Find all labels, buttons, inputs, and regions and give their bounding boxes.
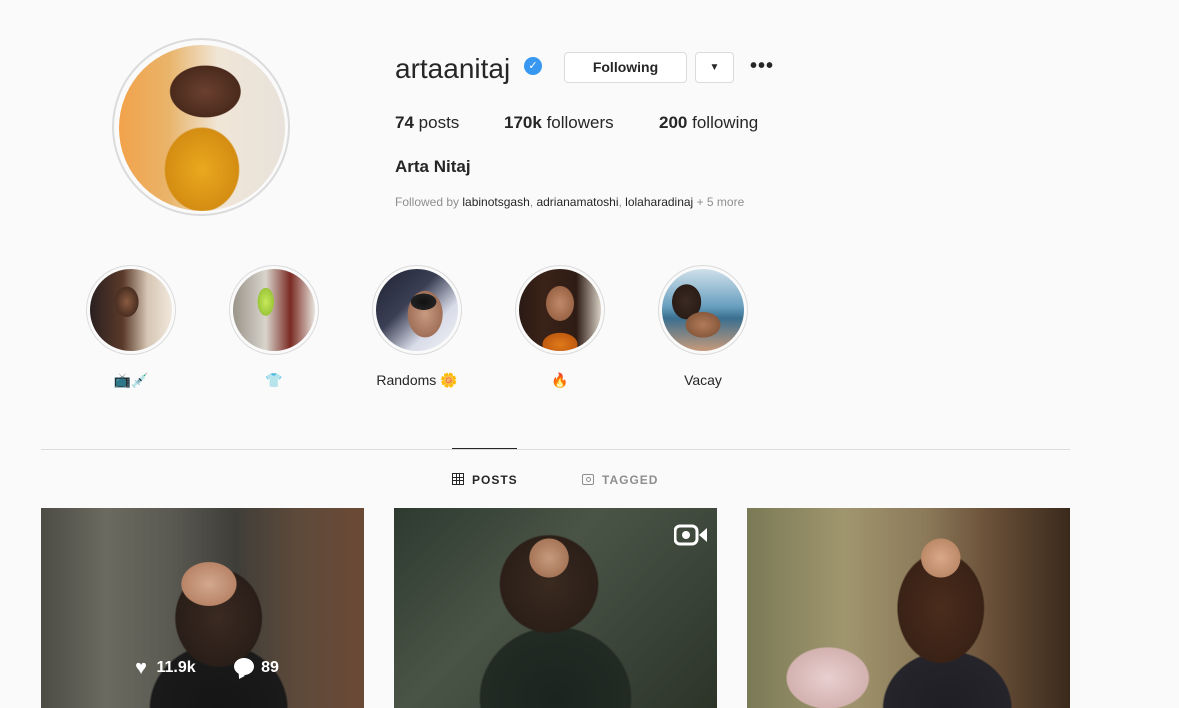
highlight-cover[interactable] [662, 269, 744, 351]
posts-stat: 74 posts [395, 113, 459, 133]
highlight-cover[interactable] [519, 269, 601, 351]
highlight-cover[interactable] [90, 269, 172, 351]
tab-posts[interactable]: POSTS [452, 473, 518, 487]
comments-count: 89 [261, 659, 279, 676]
highlight-label: 📺💉 [113, 372, 149, 388]
following-button[interactable]: Following [564, 52, 687, 83]
followed-by-user[interactable]: labinotsgash [462, 195, 529, 209]
username: artaanitaj [395, 53, 511, 84]
following-count: 200 [659, 113, 688, 132]
highlight-label: 👕 [265, 372, 283, 388]
full-name: Arta Nitaj [395, 157, 471, 176]
followed-by-user[interactable]: lolaharadinaj [625, 195, 693, 209]
highlight-cover[interactable] [233, 269, 315, 351]
post-thumbnail[interactable] [747, 508, 1070, 708]
profile-avatar[interactable] [119, 45, 285, 211]
followed-by[interactable]: Followed by labinotsgash, adrianamatoshi… [395, 195, 744, 209]
followed-by-prefix: Followed by [395, 195, 460, 209]
post-hover-stats: ♥ 11.9k 89 [130, 657, 279, 680]
followed-by-more[interactable]: + 5 more [697, 195, 745, 209]
highlight-label: Vacay [684, 372, 722, 388]
tab-posts-label: POSTS [472, 473, 518, 487]
following-stat[interactable]: 200 following [659, 113, 758, 133]
following-label: following [692, 113, 759, 132]
highlight-cover[interactable] [376, 269, 458, 351]
followers-count: 170k [504, 113, 542, 132]
posts-count: 74 [395, 113, 414, 132]
highlight-label: Randoms 🌼 [376, 372, 458, 388]
grid-icon [452, 473, 464, 485]
active-tab-indicator [452, 448, 517, 449]
video-icon [674, 524, 707, 546]
verified-badge-icon: ✓ [524, 57, 542, 75]
heart-icon: ♥ [135, 657, 147, 679]
followed-by-user[interactable]: adrianamatoshi [536, 195, 618, 209]
tab-tagged[interactable]: TAGGED [582, 473, 658, 487]
posts-label: posts [418, 113, 460, 132]
likes-count: 11.9k [156, 659, 196, 676]
tab-tagged-label: TAGGED [602, 473, 659, 487]
tagged-icon [582, 474, 594, 485]
post-thumbnail[interactable] [394, 508, 717, 708]
tabs-divider [41, 449, 1070, 450]
followers-label: followers [546, 113, 614, 132]
highlight-label: 🔥 [551, 372, 569, 388]
more-options-icon[interactable]: ••• [750, 52, 774, 80]
followers-stat[interactable]: 170k followers [504, 113, 614, 133]
comment-icon [234, 658, 255, 675]
suggestions-dropdown-button[interactable]: ▼ [695, 52, 734, 83]
